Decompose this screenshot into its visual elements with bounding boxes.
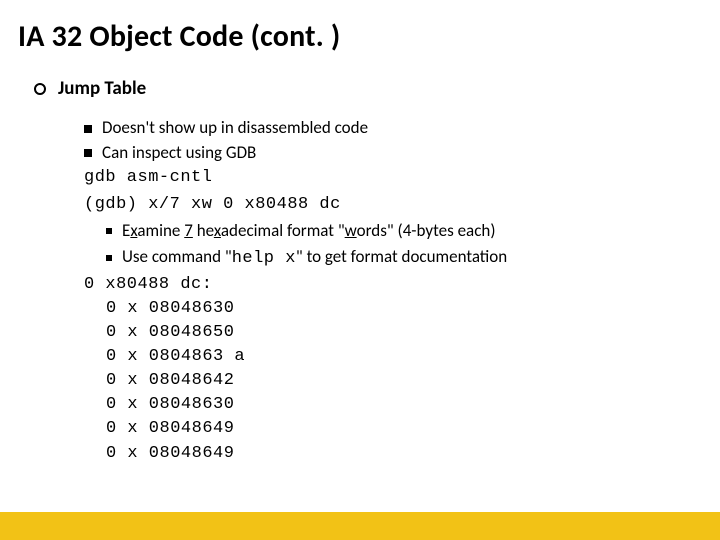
bullet-small-square-icon [106, 228, 112, 234]
seg: he [193, 220, 214, 241]
seg: adecimal format " [221, 220, 345, 241]
seg: Use command " [122, 246, 232, 267]
address-item: 0 x 08048650 [106, 321, 702, 345]
address-item: 0 x 08048630 [106, 297, 702, 321]
address-item: 0 x 08048642 [106, 369, 702, 393]
level2-text: Doesn't show up in disassembled code [102, 116, 368, 141]
bullet-circle-icon [34, 83, 46, 95]
bullet-small-square-icon [106, 255, 112, 261]
address-item: 0 x 08048649 [106, 442, 702, 466]
bullet-level1: Jump Table [34, 77, 702, 100]
seg: " to get format documentation [296, 246, 507, 267]
bullet-level2: Can inspect using GDB [84, 141, 702, 166]
page-title: IA 32 Object Code (cont. ) [18, 18, 702, 55]
address-list: 0 x80488 dc: 0 x 08048630 0 x 08048650 0… [84, 273, 702, 466]
seg-underline: w [345, 220, 357, 241]
address-item: 0 x 0804863 a [106, 345, 702, 369]
code-line: (gdb) x/7 xw 0 x80488 dc [84, 192, 702, 218]
seg-underline: x [214, 220, 221, 241]
bullet-level3: Examine 7 hexadecimal format "words" (4-… [106, 218, 702, 244]
level2-text: Can inspect using GDB [102, 141, 256, 166]
bullet-level3: Use command "help x" to get format docum… [106, 244, 702, 272]
level3-area: Examine 7 hexadecimal format "words" (4-… [106, 218, 702, 273]
seg-mono: help x [232, 249, 296, 268]
bullet-square-icon [84, 149, 92, 157]
footer-bar [0, 512, 720, 540]
bullet-level2: Doesn't show up in disassembled code [84, 116, 702, 141]
seg-underline: 7 [184, 220, 193, 241]
seg: ords" (4-bytes each) [357, 220, 496, 241]
level2-area: Doesn't show up in disassembled code Can… [84, 116, 702, 466]
bullet-square-icon [84, 125, 92, 133]
code-line: gdb asm-cntl [84, 165, 702, 191]
level1-text: Jump Table [58, 77, 146, 100]
level3-text: Examine 7 hexadecimal format "words" (4-… [122, 218, 495, 244]
address-item: 0 x 08048630 [106, 393, 702, 417]
address-head: 0 x80488 dc: [84, 273, 702, 297]
level3-text: Use command "help x" to get format docum… [122, 244, 507, 272]
seg: amine [137, 220, 184, 241]
address-item: 0 x 08048649 [106, 417, 702, 441]
